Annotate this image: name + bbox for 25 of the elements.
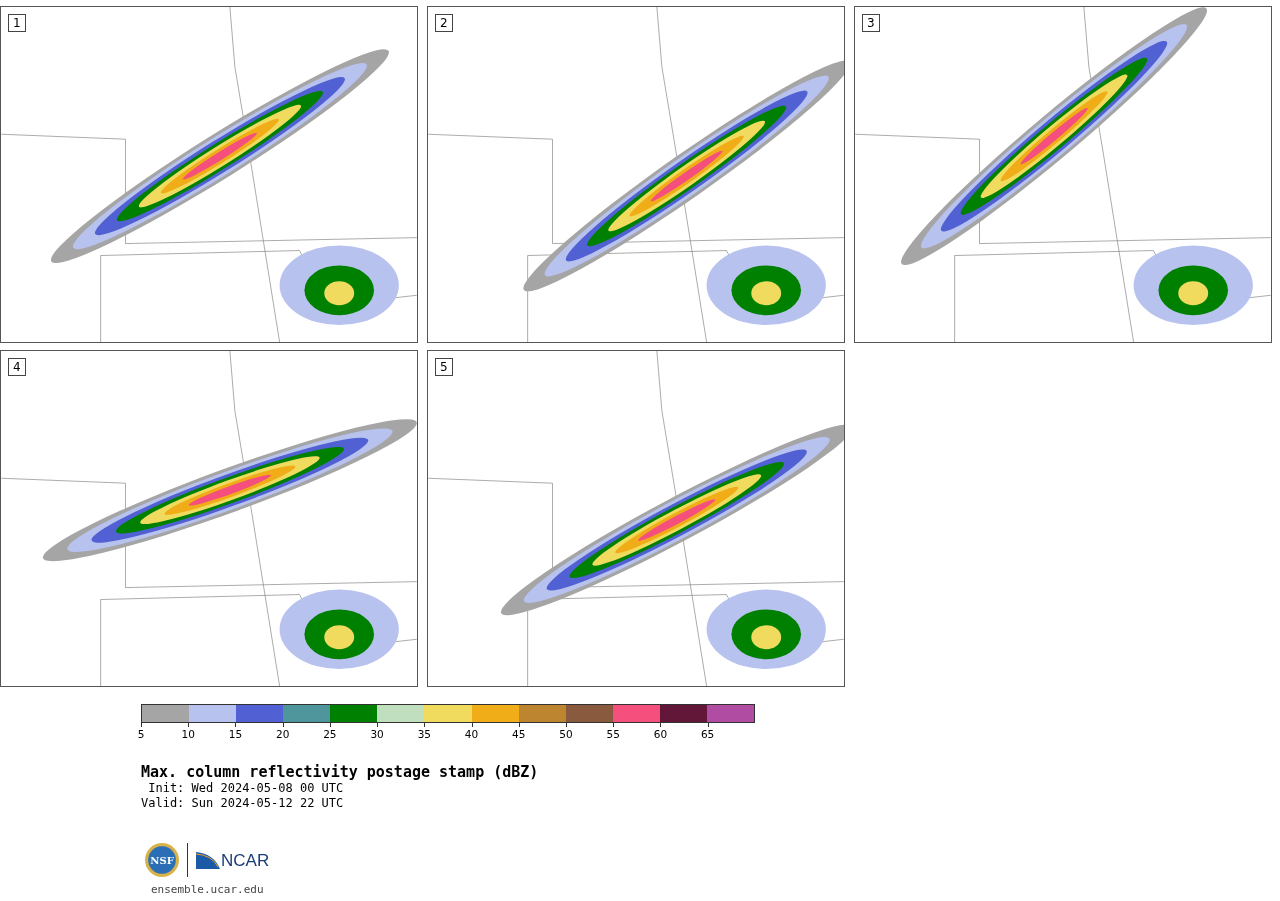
tick-label: 35 [416, 728, 432, 740]
site-url: ensemble.ucar.edu [151, 883, 265, 896]
tick-label: 50 [558, 728, 574, 740]
nsf-logo: NSF [145, 843, 179, 877]
tick-label: 55 [605, 728, 621, 740]
ncar-logo: NCAR [221, 851, 270, 869]
swoosh-icon [196, 851, 220, 869]
tick-label: 15 [227, 728, 244, 740]
tick-label: 30 [369, 728, 385, 740]
tick-label: 5 [136, 728, 146, 740]
tick-label: 60 [652, 728, 669, 740]
tick-label: 25 [322, 728, 338, 740]
panel-number: 3 [862, 14, 880, 32]
valid-time: Valid: Sun 2024-05-12 22 UTC [141, 796, 345, 811]
tick-label: 40 [463, 728, 480, 740]
chart-title: Max. column reflectivity postage stamp (dBZ) [141, 763, 540, 781]
tick-label: 10 [180, 728, 196, 740]
tick-label: 45 [511, 728, 527, 740]
panel-number: 2 [435, 14, 453, 32]
panel-number: 4 [8, 358, 26, 376]
init-time: Init: Wed 2024-05-08 00 UTC [147, 781, 345, 796]
tick-label: 65 [699, 728, 716, 740]
tick-label: 20 [274, 728, 291, 740]
panel-number: 1 [8, 14, 26, 32]
panel-number: 5 [435, 358, 453, 376]
